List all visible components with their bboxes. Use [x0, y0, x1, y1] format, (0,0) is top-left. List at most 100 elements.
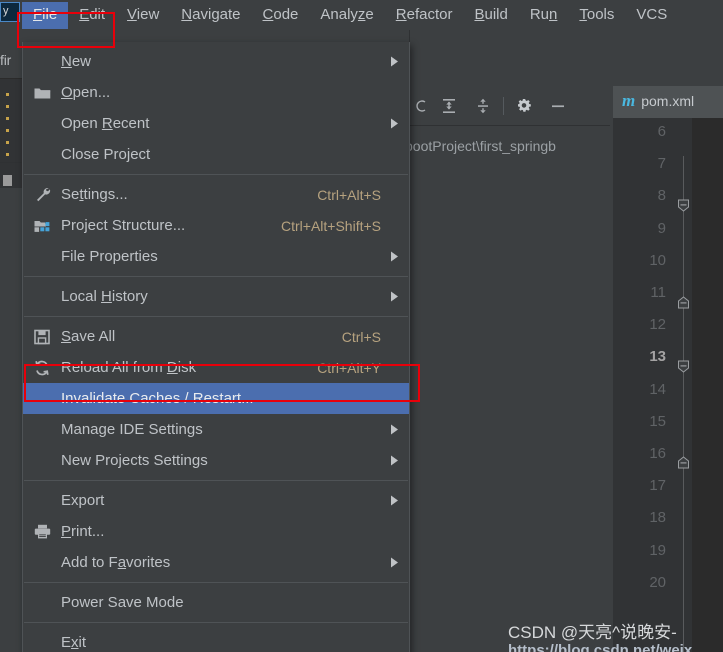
menu-item-open-recent[interactable]: Open Recent	[23, 108, 409, 139]
menu-item-label: Open...	[61, 83, 111, 101]
wrench-icon	[23, 187, 61, 203]
menu-item-invalidate-caches-restart[interactable]: Invalidate Caches / Restart...	[23, 383, 409, 414]
project-structure-icon	[23, 219, 61, 233]
intellij-idea-window: y fir bootProject\first_springb m pom.xm…	[0, 0, 723, 652]
menu-item-shortcut: Ctrl+Alt+Shift+S	[281, 217, 381, 234]
menu-item-label: Open Recent	[61, 114, 150, 132]
submenu-arrow-icon	[381, 455, 399, 466]
submenu-arrow-icon	[381, 291, 399, 302]
refresh-icon	[23, 360, 61, 376]
fold-marker-icon[interactable]	[677, 456, 690, 469]
watermark-url: https://blog.csdn.net/weix	[508, 642, 693, 652]
menu-item-label: File Properties	[61, 247, 158, 265]
watermark-text: CSDN @天亮^说晚安-	[508, 623, 677, 642]
toolbar-separator	[503, 96, 504, 115]
project-tree-panel[interactable]: y fir	[0, 0, 22, 652]
submenu-arrow-icon	[381, 495, 399, 506]
menubar-item-analyze[interactable]: Analyze	[309, 2, 384, 29]
main-menu-bar: File Edit View Navigate Code Analyze Refactor B…	[22, 0, 723, 30]
menu-item-label: Local History	[61, 287, 148, 305]
menu-item-label: New Projects Settings	[61, 451, 208, 469]
line-number: 15	[649, 412, 666, 430]
submenu-arrow-icon	[381, 557, 399, 568]
menubar-item-file[interactable]: File	[22, 1, 69, 29]
tree-bullet-icon	[6, 105, 9, 108]
menu-item-manage-ide-settings[interactable]: Manage IDE Settings	[23, 414, 409, 445]
printer-icon	[23, 524, 61, 539]
line-number-gutter[interactable]: 6 7 8 9 10 11 12 13 14 15 16 17 18 19 20	[613, 118, 676, 652]
code-text-area[interactable]	[692, 118, 723, 652]
menu-item-close-project[interactable]: Close Project	[23, 139, 409, 170]
menu-item-add-to-favorites[interactable]: Add to Favorites	[23, 547, 409, 578]
menu-item-shortcut: Ctrl+Alt+S	[317, 186, 381, 203]
menu-item-label: Close Project	[61, 145, 151, 163]
menu-item-exit[interactable]: Exit	[23, 627, 409, 652]
menu-item-save-all[interactable]: Save All Ctrl+S	[23, 321, 409, 352]
menubar-item-edit[interactable]: Edit	[68, 2, 116, 29]
menu-separator	[24, 582, 408, 583]
project-tree-sub-panel	[0, 78, 22, 188]
code-editor[interactable]: 6 7 8 9 10 11 12 13 14 15 16 17 18 19 20	[613, 118, 723, 652]
fold-marker-icon[interactable]	[677, 360, 690, 373]
menu-item-print[interactable]: Print...	[23, 516, 409, 547]
menu-item-label: Export	[61, 491, 105, 509]
fold-marker-icon[interactable]	[677, 296, 690, 309]
line-number: 6	[657, 123, 666, 140]
menu-separator	[24, 316, 408, 317]
menu-item-label: Add to Favorites	[61, 553, 171, 571]
menu-item-label: Settings...	[61, 185, 128, 203]
project-tree-partial-label: fir	[0, 52, 12, 68]
code-folding-strip[interactable]	[676, 118, 692, 652]
minimize-icon[interactable]	[541, 86, 575, 126]
menu-item-label: New	[61, 52, 92, 70]
menubar-item-build[interactable]: Build	[463, 2, 518, 29]
folding-guide-line	[683, 156, 684, 652]
menu-item-reload-all-from-disk[interactable]: Reload All from Disk Ctrl+Alt+Y	[23, 352, 409, 383]
menu-item-power-save-mode[interactable]: Power Save Mode	[23, 587, 409, 618]
line-number: 7	[657, 155, 666, 173]
menu-item-label: Print...	[61, 522, 105, 540]
menu-item-new-projects-settings[interactable]: New Projects Settings	[23, 445, 409, 476]
menubar-item-code[interactable]: Code	[252, 2, 310, 29]
line-number: 9	[657, 219, 666, 237]
menu-item-local-history[interactable]: Local History	[23, 281, 409, 312]
menubar-item-vcs[interactable]: VCS	[625, 2, 678, 29]
menu-separator	[24, 174, 408, 175]
menu-item-new[interactable]: New	[23, 46, 409, 77]
menu-item-export[interactable]: Export	[23, 485, 409, 516]
menu-item-file-properties[interactable]: File Properties	[23, 241, 409, 272]
tree-bullet-icon	[6, 93, 9, 96]
line-number: 16	[649, 445, 666, 462]
menu-item-settings[interactable]: Settings... Ctrl+Alt+S	[23, 179, 409, 210]
project-tree-node-glyph: y	[3, 5, 9, 17]
rollback-icon[interactable]	[410, 86, 432, 126]
tree-bullet-icon	[6, 117, 9, 120]
menubar-item-view[interactable]: View	[116, 2, 170, 29]
folder-icon	[23, 86, 61, 100]
menubar-item-run[interactable]: Run	[519, 2, 569, 29]
menubar-item-refactor[interactable]: Refactor	[385, 2, 464, 29]
menu-item-label: Manage IDE Settings	[61, 420, 203, 438]
tab-pom-xml[interactable]: m pom.xml	[613, 86, 723, 118]
menu-item-label: Reload All from Disk	[61, 358, 197, 376]
menu-item-shortcut: Ctrl+S	[341, 328, 381, 345]
editor-toolbar	[410, 86, 610, 126]
menubar-item-navigate[interactable]: Navigate	[170, 2, 251, 29]
tree-node-icon	[3, 175, 12, 186]
gear-icon[interactable]	[507, 86, 541, 126]
menu-item-project-structure[interactable]: Project Structure... Ctrl+Alt+Shift+S	[23, 210, 409, 241]
maven-m-icon: m	[622, 91, 636, 110]
tab-label: pom.xml	[641, 93, 695, 109]
tree-bullet-icon	[6, 129, 9, 132]
tree-bullet-icon	[6, 153, 9, 156]
fold-marker-icon[interactable]	[677, 199, 690, 212]
expand-all-icon[interactable]	[432, 86, 466, 126]
project-tree-selected-node[interactable]: y	[0, 2, 20, 22]
menu-item-open[interactable]: Open...	[23, 77, 409, 108]
menu-item-shortcut: Ctrl+Alt+Y	[317, 359, 381, 376]
menu-separator	[24, 480, 408, 481]
line-number: 18	[649, 509, 666, 527]
menu-separator	[24, 622, 408, 623]
menubar-item-tools[interactable]: Tools	[568, 2, 625, 29]
collapse-all-icon[interactable]	[466, 86, 500, 126]
